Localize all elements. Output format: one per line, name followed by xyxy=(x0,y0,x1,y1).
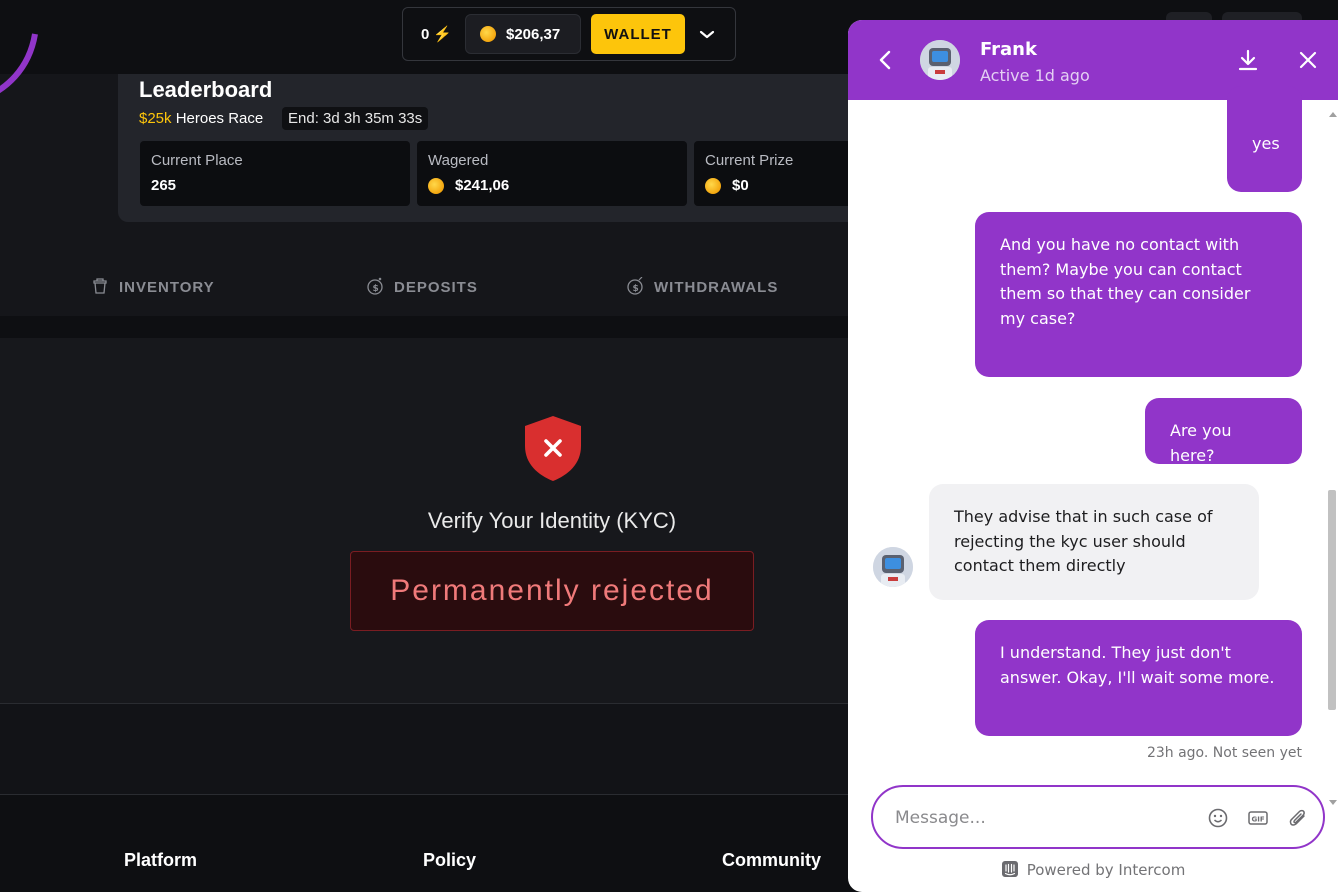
footer-community-heading: Community xyxy=(722,850,821,870)
svg-text:$: $ xyxy=(373,284,380,294)
agent-message: They advise that in such case of rejecti… xyxy=(929,484,1259,600)
tab-inventory[interactable]: INVENTORY xyxy=(93,278,215,296)
profile-tabs: INVENTORY $ DEPOSITS $ WITHDRAWALS xyxy=(0,216,860,296)
message-list[interactable]: yes And you have no contact with them? M… xyxy=(848,86,1338,790)
race-info: $25k Heroes Race xyxy=(139,110,263,127)
points-counter[interactable]: 0 ⚡ xyxy=(421,25,452,43)
kyc-status-badge: Permanently rejected xyxy=(350,551,754,631)
stat-label: Current Place xyxy=(151,152,243,169)
inventory-icon xyxy=(93,278,107,294)
user-message: And you have no contact with them? Maybe… xyxy=(975,212,1302,377)
tab-label: INVENTORY xyxy=(119,279,215,296)
back-icon[interactable] xyxy=(876,48,896,76)
scrollbar-thumb[interactable] xyxy=(1328,490,1336,710)
tab-label: WITHDRAWALS xyxy=(654,279,779,296)
emoji-icon[interactable] xyxy=(1207,807,1229,829)
coin-icon xyxy=(428,178,444,194)
race-amount: $25k xyxy=(139,110,172,127)
user-message: I understand. They just don't answer. Ok… xyxy=(975,620,1302,736)
support-chat-panel: Frank Active 1d ago yes And you have no … xyxy=(848,20,1338,892)
balance-display[interactable]: $206,37 xyxy=(465,14,581,54)
leaderboard-title: Leaderboard xyxy=(139,77,273,102)
chevron-down-icon[interactable] xyxy=(695,22,719,46)
balance-value: $206,37 xyxy=(506,26,561,43)
coin-icon xyxy=(480,26,496,42)
footer-platform-heading: Platform xyxy=(124,850,198,870)
message-input[interactable] xyxy=(893,804,1187,832)
stat-wagered: Wagered $241,06 xyxy=(417,141,687,206)
agent-avatar xyxy=(920,40,960,80)
coin-icon xyxy=(705,178,721,194)
user-message: Are you here? xyxy=(1145,398,1302,465)
tab-withdrawals[interactable]: $ WITHDRAWALS xyxy=(627,277,779,296)
stat-label: Current Prize xyxy=(705,152,794,169)
race-name: Heroes Race xyxy=(175,110,264,127)
powered-by-intercom[interactable]: Powered by Intercom xyxy=(848,860,1338,879)
seen-status: 23h ago. Not seen yet xyxy=(1146,745,1302,761)
stat-current-place: Current Place 265 xyxy=(140,141,410,206)
withdraw-icon: $ xyxy=(627,277,643,295)
tab-deposits[interactable]: $ DEPOSITS xyxy=(367,277,478,296)
shield-x-icon xyxy=(525,416,581,481)
agent-name: Frank xyxy=(980,39,1037,60)
stat-label: Wagered xyxy=(428,152,489,169)
deposit-icon: $ xyxy=(367,277,383,295)
points-value: 0 xyxy=(421,26,430,43)
intercom-logo xyxy=(1001,861,1018,877)
leaderboard-card: Leaderboard $25k Heroes Race End: 3d 3h … xyxy=(118,74,964,222)
stat-value: 265 xyxy=(151,177,177,194)
close-icon[interactable] xyxy=(1298,50,1318,74)
agent-avatar xyxy=(873,547,913,587)
wallet-button[interactable]: WALLET xyxy=(591,14,685,54)
attachment-icon[interactable] xyxy=(1287,807,1309,829)
avatar-ring xyxy=(0,33,38,93)
tab-label: DEPOSITS xyxy=(394,279,478,296)
svg-text:$: $ xyxy=(633,284,640,294)
footer-policy-heading: Policy xyxy=(423,850,477,870)
lightning-icon: ⚡ xyxy=(433,26,453,43)
race-end-timer: End: 3d 3h 35m 33s xyxy=(282,107,429,130)
gif-icon[interactable]: GIF xyxy=(1247,807,1269,829)
scroll-up-arrow[interactable] xyxy=(1329,112,1337,117)
message-composer: GIF xyxy=(871,785,1325,849)
powered-by-text: Powered by Intercom xyxy=(1026,861,1186,879)
agent-status: Active 1d ago xyxy=(980,66,1090,85)
stat-value: $241,06 xyxy=(455,177,510,194)
scroll-down-arrow[interactable] xyxy=(1329,800,1337,805)
user-message: yes xyxy=(1227,86,1302,192)
stat-value: $0 xyxy=(732,177,749,194)
svg-text:GIF: GIF xyxy=(1252,816,1265,824)
download-icon[interactable] xyxy=(1236,48,1260,76)
balance-bar: 0 ⚡ $206,37 WALLET xyxy=(402,7,736,61)
